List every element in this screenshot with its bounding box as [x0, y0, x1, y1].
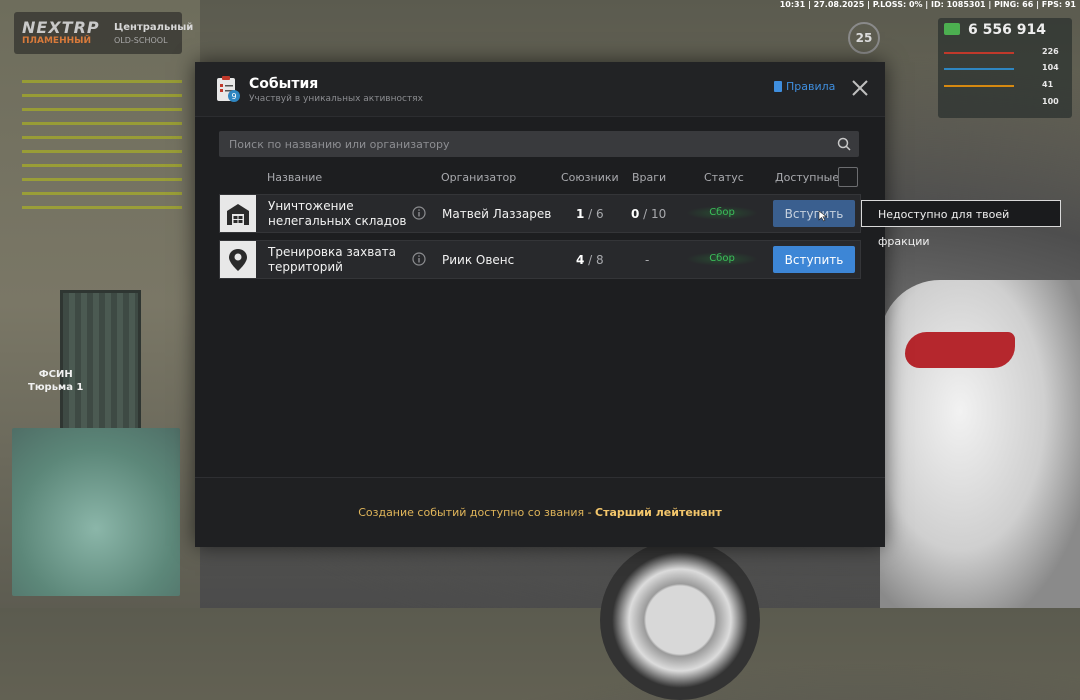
location-pin-icon — [220, 241, 256, 278]
stat-value: 100 — [1042, 97, 1059, 106]
server-subtitle: OLD-SCHOOL — [114, 36, 168, 45]
modal-header: 9 События Участвуй в уникальных активнос… — [195, 62, 885, 117]
server-logo: NEXTRP ПЛАМЕННЫЙ Центральный OLD-SCHOOL — [14, 12, 193, 54]
background-car-light — [905, 332, 1015, 368]
document-icon — [774, 81, 782, 92]
status-badge: Сбор — [686, 206, 758, 220]
event-organizer: Риик Овенс — [442, 253, 515, 267]
search-icon[interactable] — [837, 137, 851, 151]
money-icon — [944, 23, 960, 35]
mouse-cursor-icon — [818, 210, 828, 222]
allies-current: 4 — [576, 253, 585, 267]
column-header-name: Название — [267, 171, 323, 184]
column-header-organizer: Организатор — [441, 171, 517, 184]
event-allies: 1 / 6 — [576, 207, 604, 221]
allies-max: 6 — [596, 207, 604, 221]
modal-subtitle: Участвуй в уникальных активностях — [249, 94, 423, 104]
join-button[interactable]: Вступить — [773, 246, 855, 273]
event-name: Тренировка захвата территорий — [268, 245, 397, 274]
info-icon[interactable] — [412, 206, 426, 220]
footer-prefix: Создание событий доступно со звания - — [358, 506, 596, 519]
close-icon[interactable] — [850, 78, 870, 98]
footer-rank-requirement: Создание событий доступно со звания - Ст… — [195, 506, 885, 519]
chat-log — [22, 80, 192, 210]
event-allies: 4 / 8 — [576, 253, 604, 267]
food-bar — [944, 85, 1014, 87]
search-input[interactable]: Поиск по названию или организатору — [219, 131, 859, 157]
stamina-bar — [944, 68, 1014, 70]
available-only-checkbox[interactable] — [838, 167, 858, 187]
rules-link[interactable]: Правила — [774, 80, 835, 93]
event-organizer: Матвей Лаззарев — [442, 207, 552, 221]
event-row: Тренировка захвата территорий Риик Овенс… — [219, 240, 861, 279]
enemies-max: 10 — [651, 207, 667, 221]
required-rank: Старший лейтенант — [595, 506, 722, 519]
map-label-line-2: Тюрьма 1 — [28, 382, 84, 393]
column-header-enemies: Враги — [632, 171, 667, 184]
stat-value: 104 — [1042, 63, 1059, 72]
column-header-status: Статус — [704, 171, 744, 184]
map-label-line-1: ФСИН — [38, 369, 73, 380]
logo-text: NEXTRP — [22, 18, 100, 37]
server-name: Центральный — [114, 22, 194, 33]
event-name: Уничтожение нелегальных складов — [268, 199, 407, 228]
player-level: 25 — [848, 22, 880, 54]
allies-current: 1 — [576, 207, 585, 221]
event-enemies: 0 / 10 — [631, 207, 667, 221]
minimap — [12, 428, 180, 596]
background-car — [880, 280, 1080, 608]
map-location-label: ФСИН Тюрьма 1 — [28, 368, 83, 394]
allies-max: 8 — [596, 253, 604, 267]
column-header-allies: Союзники — [561, 171, 619, 184]
logo-subtext: ПЛАМЕННЫЙ — [22, 36, 91, 46]
status-topbar: 10:31 | 27.08.2025 | P.LOSS: 0% | ID: 10… — [779, 0, 1076, 9]
enemies-current: 0 — [631, 207, 640, 221]
stat-value: 226 — [1042, 47, 1059, 56]
search-placeholder: Поиск по названию или организатору — [229, 138, 450, 151]
stat-value: 41 — [1042, 80, 1054, 89]
money-value: 6 556 914 — [968, 22, 1046, 38]
event-enemies: - — [645, 253, 650, 267]
modal-footer: Создание событий доступно со звания - Ст… — [195, 477, 885, 547]
events-clipboard-icon: 9 — [217, 76, 240, 102]
info-icon[interactable] — [412, 252, 426, 266]
join-button[interactable]: Вступить — [773, 200, 855, 227]
events-modal: 9 События Участвуй в уникальных активнос… — [195, 62, 885, 547]
modal-title: События — [249, 76, 319, 92]
svg-text:9: 9 — [231, 92, 236, 101]
column-header-available: Доступные — [775, 171, 840, 184]
background-wheel — [600, 540, 760, 700]
tooltip-unavailable: Недоступно для твоей фракции — [861, 200, 1061, 248]
event-row: Уничтожение нелегальных складов Матвей Л… — [219, 194, 861, 233]
status-badge: Сбор — [686, 252, 758, 266]
rules-label: Правила — [786, 80, 836, 93]
health-bar — [944, 52, 1014, 54]
warehouse-icon — [220, 195, 256, 232]
